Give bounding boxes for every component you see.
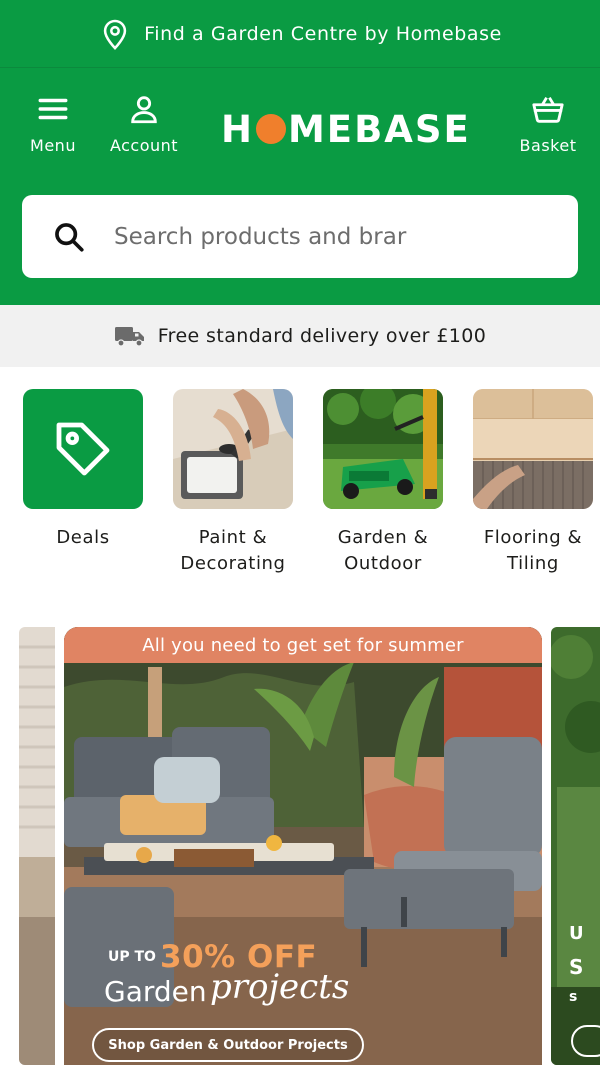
- previous-slide-image: [19, 627, 55, 1065]
- category-paint-label: Paint & Decorating: [180, 527, 286, 574]
- promo-strip: All you need to get set for summer: [64, 627, 542, 663]
- search-input[interactable]: [114, 223, 444, 250]
- paint-roller-photo: [173, 389, 293, 509]
- logo-letters-rest: MEBASE: [287, 107, 471, 151]
- basket-button[interactable]: Basket: [516, 92, 580, 155]
- carousel-slide-next[interactable]: U S s: [551, 627, 600, 1065]
- category-paint-decorating[interactable]: Paint & Decorating: [172, 389, 294, 577]
- next-slide-text-2: S: [569, 955, 584, 979]
- category-deals-tile[interactable]: [23, 389, 143, 509]
- carousel-slide-active[interactable]: All you need to get set for summer UP TO…: [64, 627, 542, 1065]
- next-slide-text-1: U: [569, 923, 584, 944]
- homebase-logo[interactable]: H MEBASE: [221, 104, 471, 154]
- category-garden-label: Garden & Outdoor: [337, 527, 429, 574]
- next-slide-text-3: s: [569, 989, 578, 1005]
- location-pin-icon: [103, 19, 127, 50]
- category-deals-label: Deals: [56, 527, 110, 548]
- category-flooring-label: Flooring & Tiling: [483, 527, 583, 574]
- account-label: Account: [109, 136, 179, 155]
- search-bar[interactable]: [22, 195, 578, 278]
- menu-label: Menu: [30, 136, 76, 155]
- category-garden-outdoor[interactable]: Garden & Outdoor: [322, 389, 444, 577]
- garden-centre-text: Find a Garden Centre by Homebase: [144, 22, 502, 45]
- category-deals[interactable]: Deals: [22, 389, 144, 551]
- category-flooring-tiling[interactable]: Flooring & Tiling: [472, 389, 594, 577]
- logo-letter-h: H: [221, 107, 254, 151]
- account-button[interactable]: Account: [104, 92, 184, 155]
- site-header: Menu Account H MEBASE Basket: [0, 68, 600, 305]
- promo-upto: UP TO: [108, 949, 156, 965]
- delivery-truck-icon: [114, 327, 144, 347]
- promo-carousel[interactable]: All you need to get set for summer UP TO…: [0, 627, 600, 1065]
- hamburger-menu-icon: [38, 98, 68, 120]
- flooring-photo: [473, 389, 593, 509]
- logo-orange-dot: [255, 114, 286, 144]
- promo-title-garden: Garden: [104, 975, 207, 1008]
- flooring-tiling-image[interactable]: [473, 389, 593, 509]
- search-icon[interactable]: [52, 220, 86, 254]
- user-icon: [131, 96, 157, 124]
- shop-garden-projects-button[interactable]: Shop Garden & Outdoor Projects: [92, 1028, 364, 1062]
- carousel-slide-previous[interactable]: [19, 627, 55, 1065]
- promo-title-projects: projects: [210, 967, 350, 1007]
- delivery-banner: Free standard delivery over £100: [0, 305, 600, 367]
- paint-decorating-image[interactable]: [173, 389, 293, 509]
- lawnmower-photo: [323, 389, 443, 509]
- menu-button[interactable]: Menu: [26, 92, 80, 155]
- basket-label: Basket: [519, 136, 577, 155]
- garden-outdoor-image[interactable]: [323, 389, 443, 509]
- next-slide-button-edge[interactable]: [571, 1025, 600, 1057]
- basket-icon: [532, 96, 564, 123]
- garden-centre-banner[interactable]: Find a Garden Centre by Homebase: [0, 0, 600, 68]
- category-row: Deals Paint & Decorating Garden & Outdoo…: [0, 367, 600, 627]
- price-tag-icon: [56, 422, 110, 476]
- delivery-text: Free standard delivery over £100: [157, 325, 487, 347]
